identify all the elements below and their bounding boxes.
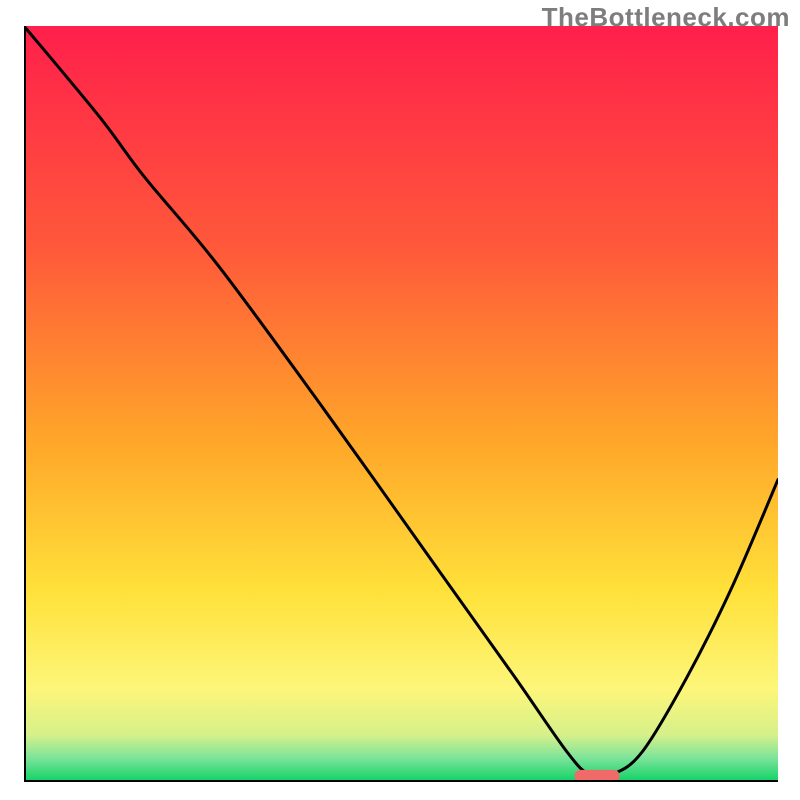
chart-plot xyxy=(24,26,778,782)
gradient-background xyxy=(26,26,778,780)
chart-svg xyxy=(24,26,778,782)
chart-frame: TheBottleneck.com xyxy=(0,0,800,800)
